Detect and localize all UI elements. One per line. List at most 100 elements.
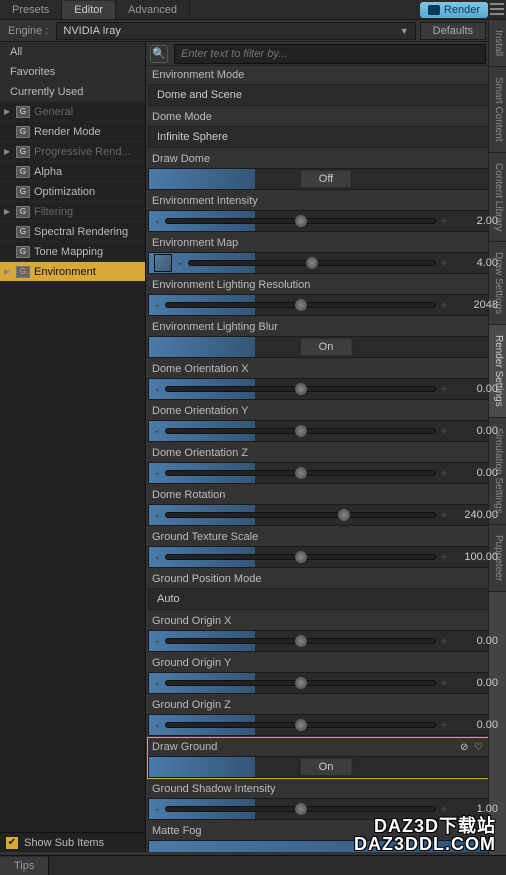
tab-editor[interactable]: Editor <box>62 1 116 19</box>
defaults-button[interactable]: Defaults <box>420 22 486 40</box>
decrement-button[interactable]: - <box>152 214 162 228</box>
increment-button[interactable]: + <box>439 550 449 564</box>
heart-icon[interactable]: ♡ <box>474 742 486 753</box>
param-value[interactable]: 0.00 <box>452 677 500 689</box>
param-value[interactable]: 0.00 <box>452 719 500 731</box>
param-value[interactable]: 2048 <box>452 299 500 311</box>
slider-thumb[interactable] <box>295 803 307 815</box>
slider-track[interactable] <box>165 722 436 728</box>
slider-track[interactable] <box>165 638 436 644</box>
decrement-button[interactable]: - <box>152 382 162 396</box>
increment-button[interactable]: + <box>439 508 449 522</box>
expand-icon[interactable]: ▶ <box>4 267 12 276</box>
right-tab-content-library[interactable]: Content Library <box>489 153 506 242</box>
sidebar-item-environment[interactable]: ▶GEnvironment <box>0 262 145 282</box>
slider-thumb[interactable] <box>295 467 307 479</box>
decrement-button[interactable]: - <box>175 256 185 270</box>
increment-button[interactable]: + <box>439 382 449 396</box>
param-toggle[interactable]: On <box>148 756 504 778</box>
right-tab-render-settings[interactable]: Render Settings <box>489 325 506 418</box>
increment-button[interactable]: + <box>439 466 449 480</box>
search-icon[interactable]: 🔍 <box>150 45 168 63</box>
slider-track[interactable] <box>165 806 436 812</box>
decrement-button[interactable]: - <box>152 550 162 564</box>
decrement-button[interactable]: - <box>152 676 162 690</box>
param-toggle[interactable]: On <box>148 336 504 358</box>
tips-tab[interactable]: Tips <box>0 857 49 875</box>
slider-thumb[interactable] <box>295 425 307 437</box>
param-value[interactable]: 240.00 <box>452 509 500 521</box>
slider-thumb[interactable] <box>295 299 307 311</box>
decrement-button[interactable]: - <box>152 802 162 816</box>
slider-thumb[interactable] <box>295 635 307 647</box>
sidebar-item-alpha[interactable]: GAlpha <box>0 162 145 182</box>
slider-track[interactable] <box>165 428 436 434</box>
param-value[interactable]: 100.00 <box>452 551 500 563</box>
sidebar-currently-used[interactable]: Currently Used <box>0 82 145 102</box>
right-tab-smart-content[interactable]: Smart Content <box>489 67 506 152</box>
sidebar-favorites[interactable]: Favorites <box>0 62 145 82</box>
param-value[interactable]: 4.00 <box>452 257 500 269</box>
param-select[interactable]: Infinite Sphere▼ <box>148 126 504 148</box>
show-sub-items[interactable]: ✔ Show Sub Items <box>0 832 145 852</box>
param-value[interactable]: 0.00 <box>452 635 500 647</box>
slider-track[interactable] <box>165 302 436 308</box>
param-toggle[interactable]: Off <box>148 168 504 190</box>
increment-button[interactable]: + <box>439 718 449 732</box>
sidebar-item-spectral-rendering[interactable]: GSpectral Rendering <box>0 222 145 242</box>
slider-thumb[interactable] <box>295 215 307 227</box>
increment-button[interactable]: + <box>439 256 449 270</box>
tab-presets[interactable]: Presets <box>0 1 62 19</box>
link-icon[interactable]: ⊘ <box>460 742 472 753</box>
sidebar-all[interactable]: All <box>0 42 145 62</box>
decrement-button[interactable]: - <box>152 634 162 648</box>
slider-track[interactable] <box>165 512 436 518</box>
slider-track[interactable] <box>165 554 436 560</box>
menu-icon[interactable] <box>490 2 504 16</box>
increment-button[interactable]: + <box>439 802 449 816</box>
param-value[interactable]: 0.00 <box>452 467 500 479</box>
tab-advanced[interactable]: Advanced <box>116 1 190 19</box>
increment-button[interactable]: + <box>439 424 449 438</box>
param-select[interactable]: Auto▼ <box>148 588 504 610</box>
increment-button[interactable]: + <box>439 676 449 690</box>
increment-button[interactable]: + <box>439 298 449 312</box>
slider-thumb[interactable] <box>295 383 307 395</box>
slider-track[interactable] <box>188 260 436 266</box>
sidebar-item-general[interactable]: ▶GGeneral <box>0 102 145 122</box>
expand-icon[interactable]: ▶ <box>4 207 12 216</box>
param-value[interactable]: 0.00 <box>452 383 500 395</box>
slider-thumb[interactable] <box>295 551 307 563</box>
engine-select[interactable]: NVIDIA Iray ▼ <box>56 22 415 40</box>
decrement-button[interactable]: - <box>152 466 162 480</box>
expand-icon[interactable]: ▶ <box>4 107 12 116</box>
decrement-button[interactable]: - <box>152 298 162 312</box>
increment-button[interactable]: + <box>439 214 449 228</box>
slider-thumb[interactable] <box>338 509 350 521</box>
param-value[interactable]: 2.00 <box>452 215 500 227</box>
slider-thumb[interactable] <box>295 677 307 689</box>
sidebar-item-optimization[interactable]: GOptimization <box>0 182 145 202</box>
sidebar-item-tone-mapping[interactable]: GTone Mapping <box>0 242 145 262</box>
decrement-button[interactable]: - <box>152 424 162 438</box>
slider-thumb[interactable] <box>295 719 307 731</box>
slider-track[interactable] <box>165 680 436 686</box>
filter-input[interactable] <box>174 44 486 64</box>
increment-button[interactable]: + <box>439 634 449 648</box>
sidebar-item-render-mode[interactable]: GRender Mode <box>0 122 145 142</box>
param-value[interactable]: 0.00 <box>452 425 500 437</box>
map-thumbnail[interactable] <box>154 254 172 272</box>
decrement-button[interactable]: - <box>152 508 162 522</box>
slider-track[interactable] <box>165 386 436 392</box>
sidebar-item-filtering[interactable]: ▶GFiltering <box>0 202 145 222</box>
param-select[interactable]: Dome and Scene▼ <box>148 84 504 106</box>
render-button[interactable]: Render <box>420 2 488 18</box>
expand-icon[interactable]: ▶ <box>4 147 12 156</box>
slider-track[interactable] <box>165 470 436 476</box>
slider-track[interactable] <box>165 218 436 224</box>
param-value[interactable]: 1.00 <box>452 803 500 815</box>
sidebar-item-progressive-rend-[interactable]: ▶GProgressive Rend... <box>0 142 145 162</box>
slider-thumb[interactable] <box>306 257 318 269</box>
right-tab-install[interactable]: Install <box>489 20 506 67</box>
checkbox-icon[interactable]: ✔ <box>6 837 18 849</box>
